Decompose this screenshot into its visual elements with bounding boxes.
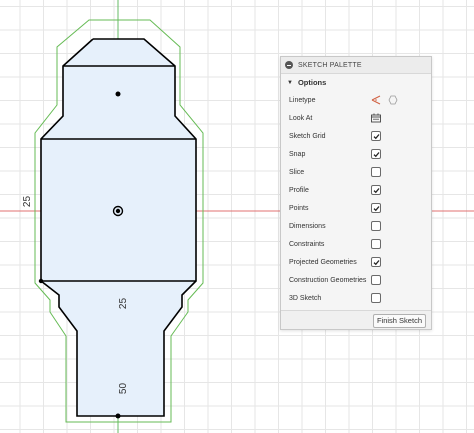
dimensions-checkbox[interactable] <box>371 221 381 231</box>
option-label: Constraints <box>289 240 325 248</box>
centerline-icon <box>388 95 398 105</box>
option-label: Projected Geometries <box>289 258 357 266</box>
construction-geometries-checkbox[interactable] <box>371 275 381 285</box>
option-label: Slice <box>289 168 305 176</box>
option-row-look-at[interactable]: Look At <box>281 111 431 125</box>
projected-geometries-checkbox[interactable] <box>371 257 381 267</box>
origin-point <box>115 208 121 214</box>
construction-line-icon <box>371 95 381 105</box>
checkmark-icon <box>373 205 379 211</box>
option-label: 3D Sketch <box>289 294 322 302</box>
palette-footer: Finish Sketch <box>281 310 431 329</box>
option-label: Points <box>289 204 309 212</box>
option-row-sketch-grid[interactable]: Sketch Grid <box>281 129 431 143</box>
option-row-projected-geometries[interactable]: Projected Geometries <box>281 255 431 269</box>
snap-checkbox[interactable] <box>371 149 381 159</box>
checkbox-box[interactable] <box>371 275 381 285</box>
sketch-grid-checkbox[interactable] <box>371 131 381 141</box>
look-at-icon[interactable] <box>371 113 381 123</box>
option-row-profile[interactable]: Profile <box>281 183 431 197</box>
palette-title: SKETCH PALETTE <box>298 61 362 69</box>
option-row-constraints[interactable]: Constraints <box>281 237 431 251</box>
checkmark-icon <box>373 187 379 193</box>
checkbox-box[interactable] <box>371 149 381 159</box>
checkmark-icon <box>373 133 379 139</box>
options-title: Options <box>297 78 327 87</box>
points-checkbox[interactable] <box>371 203 381 213</box>
collapse-triangle-icon[interactable]: ▼ <box>287 80 293 86</box>
sketch-point-left <box>38 278 44 284</box>
checkbox-box[interactable] <box>371 203 381 213</box>
sketch-point-top <box>115 91 121 97</box>
dimension-left[interactable]: 25 <box>22 196 33 207</box>
option-label: Look At <box>289 114 313 122</box>
option-label: Linetype <box>289 96 316 104</box>
palette-header: SKETCH PALETTE <box>281 57 431 74</box>
option-label: Sketch Grid <box>289 132 326 140</box>
3d-sketch-checkbox[interactable] <box>371 293 381 303</box>
option-row-3d-sketch[interactable]: 3D Sketch <box>281 291 431 305</box>
slice-checkbox[interactable] <box>371 167 381 177</box>
sketch-point-bottom <box>115 413 121 419</box>
checkbox-box[interactable] <box>371 221 381 231</box>
checkbox-box[interactable] <box>371 167 381 177</box>
checkmark-icon <box>373 151 379 157</box>
checkbox-box[interactable] <box>371 131 381 141</box>
option-row-dimensions[interactable]: Dimensions <box>281 219 431 233</box>
profile-checkbox[interactable] <box>371 185 381 195</box>
checkmark-icon <box>373 259 379 265</box>
option-row-construction-geometries[interactable]: Construction Geometries <box>281 273 431 287</box>
checkbox-box[interactable] <box>371 185 381 195</box>
palette-close-icon[interactable] <box>285 61 293 69</box>
checkbox-box[interactable] <box>371 293 381 303</box>
option-row-snap[interactable]: Snap <box>281 147 431 161</box>
option-label: Snap <box>289 150 306 158</box>
option-label: Dimensions <box>289 222 326 230</box>
profile-region-top <box>41 66 196 139</box>
constraints-checkbox[interactable] <box>371 239 381 249</box>
finish-sketch-button[interactable]: Finish Sketch <box>372 314 426 328</box>
options-section-header[interactable]: ▼ Options <box>281 74 431 91</box>
sketch-palette: SKETCH PALETTE ▼ Options Linetype Look At… <box>280 56 432 330</box>
option-row-linetype[interactable]: Linetype <box>281 93 431 107</box>
option-row-points[interactable]: Points <box>281 201 431 215</box>
linetype-icons[interactable] <box>371 95 401 105</box>
option-row-slice[interactable]: Slice <box>281 165 431 179</box>
dimension-lower[interactable]: 25 <box>118 298 129 309</box>
checkbox-box[interactable] <box>371 239 381 249</box>
dimension-bottom[interactable]: 50 <box>118 383 129 394</box>
checkbox-box[interactable] <box>371 257 381 267</box>
option-label: Construction Geometries <box>289 276 367 284</box>
option-label: Profile <box>289 186 309 194</box>
